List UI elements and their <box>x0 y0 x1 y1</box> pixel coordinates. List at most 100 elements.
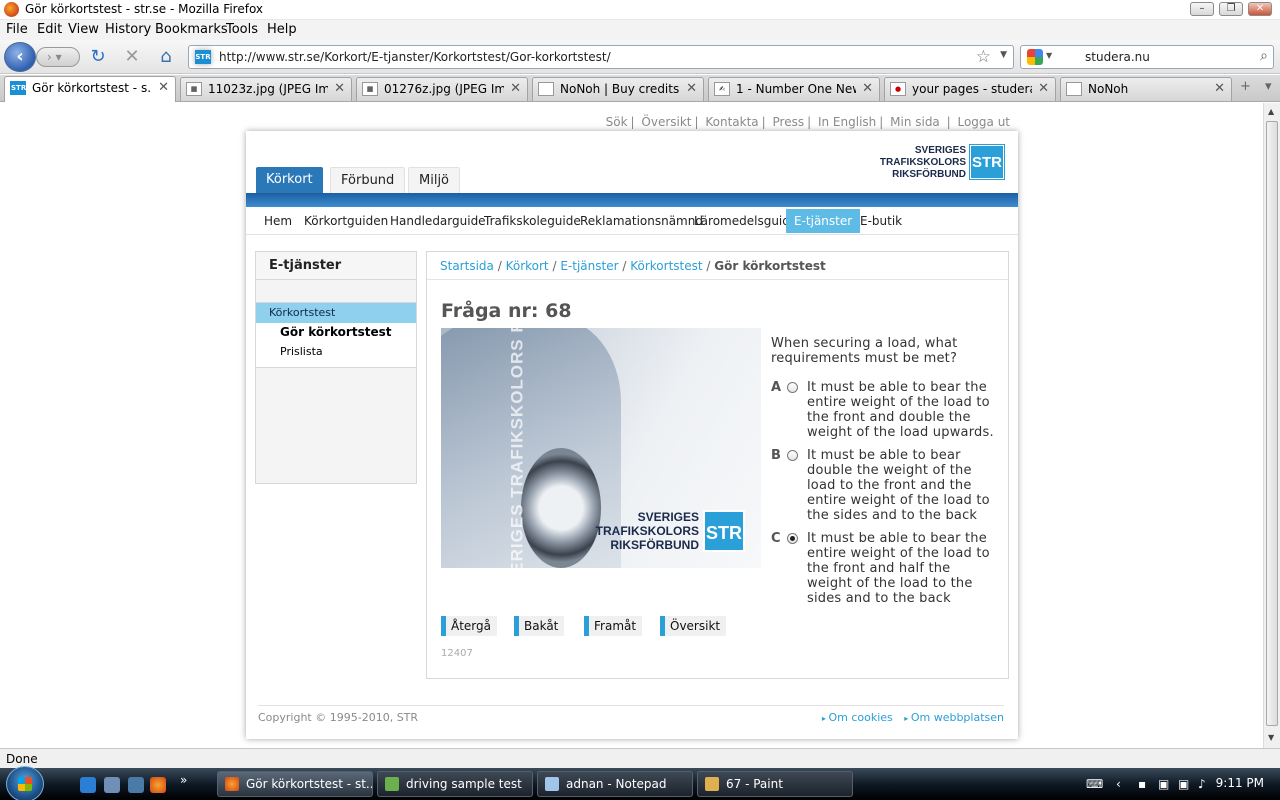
search-icon[interactable]: ⌕ <box>1260 48 1268 64</box>
tab-close-icon[interactable]: ✕ <box>1038 81 1049 96</box>
volume-icon[interactable]: ♪ <box>1198 777 1206 791</box>
firefox-icon <box>4 2 19 17</box>
forward-button[interactable]: › ▾ <box>36 47 80 67</box>
sidebar: E-tjänster Körkortstest Gör körkortstest… <box>255 251 417 484</box>
tab-close-icon[interactable]: ✕ <box>158 80 169 95</box>
tab-label: your pages - studera.... <box>912 82 1032 96</box>
clock[interactable]: 9:11 PM <box>1216 776 1264 790</box>
start-button[interactable] <box>6 766 44 800</box>
crumb-korkort[interactable]: Körkort <box>506 259 549 273</box>
menu-view[interactable]: View <box>68 22 99 37</box>
option-c[interactable]: C It must be able to bear the entire wei… <box>771 531 1001 607</box>
network-icon[interactable]: ▣ <box>1158 777 1169 791</box>
tab-korkort[interactable]: Körkort <box>256 167 323 193</box>
tab-nonoh[interactable]: NoNoh ✕ <box>1060 77 1232 101</box>
oversikt-button[interactable]: Översikt <box>660 616 727 636</box>
link-press[interactable]: Press <box>773 115 805 129</box>
minimize-button[interactable]: – <box>1190 2 1214 16</box>
option-c-radio[interactable] <box>787 533 798 544</box>
tray-expand-icon[interactable]: ‹ <box>1116 777 1121 791</box>
tab-nonoh-credits[interactable]: NoNoh | Buy credits ... ✕ <box>532 77 704 101</box>
back-button[interactable]: ‹ <box>4 42 36 72</box>
reload-icon[interactable]: ↻ <box>88 47 108 67</box>
tab-close-icon[interactable]: ✕ <box>1214 81 1225 96</box>
option-b[interactable]: B It must be able to bear double the wei… <box>771 448 1001 524</box>
option-a-radio[interactable] <box>787 382 798 393</box>
str-logo[interactable]: SVERIGES TRAFIKSKOLORS RIKSFÖRBUND STR <box>879 144 1005 181</box>
keyboard-icon[interactable]: ⌨ <box>1086 777 1103 791</box>
vertical-scrollbar[interactable]: ▲ ▼ <box>1263 103 1280 748</box>
home-icon[interactable]: ⌂ <box>156 47 176 67</box>
menu-edit[interactable]: Edit <box>37 22 62 37</box>
link-om-webbplatsen[interactable]: Om webbplatsen <box>904 711 1004 724</box>
scroll-thumb[interactable] <box>1266 121 1278 726</box>
tab-close-icon[interactable]: ✕ <box>862 81 873 96</box>
bakat-button[interactable]: Bakåt <box>514 616 565 636</box>
search-bar[interactable]: ▼ studera.nu ⌕ <box>1020 45 1274 69</box>
tab-your-pages[interactable]: ● your pages - studera.... ✕ <box>884 77 1056 101</box>
link-logga-ut[interactable]: Logga ut <box>957 115 1010 129</box>
subnav-e-butik[interactable]: E-butik <box>852 209 910 233</box>
quicklaunch-expand-icon[interactable]: » <box>180 773 187 787</box>
show-desktop-icon[interactable] <box>104 777 120 793</box>
sidebar-item-korkortstest[interactable]: Körkortstest <box>256 303 416 323</box>
tab-str-test[interactable]: STR Gör körkortstest - s... ✕ <box>4 76 176 102</box>
link-kontakta[interactable]: Kontakta <box>705 115 758 129</box>
sidebar-item-gor-korkortstest[interactable]: Gör körkortstest <box>280 325 391 339</box>
link-om-cookies[interactable]: Om cookies <box>822 711 893 724</box>
url-text[interactable]: http://www.str.se/Korkort/E-tjanster/Kor… <box>219 50 611 64</box>
framat-button[interactable]: Framåt <box>584 616 643 636</box>
option-b-radio[interactable] <box>787 450 798 461</box>
menu-help[interactable]: Help <box>267 22 297 37</box>
crumb-korkortstest[interactable]: Körkortstest <box>630 259 702 273</box>
engine-dropdown-icon[interactable]: ▼ <box>1046 51 1052 60</box>
scroll-up-icon[interactable]: ▲ <box>1268 107 1274 116</box>
tab-forbund[interactable]: Förbund <box>330 167 406 193</box>
tab-image-1[interactable]: ▦ 11023z.jpg (JPEG Ima... ✕ <box>180 77 352 101</box>
tab-close-icon[interactable]: ✕ <box>510 81 521 96</box>
stop-icon[interactable]: ✕ <box>122 47 142 67</box>
address-bar[interactable]: STR http://www.str.se/Korkort/E-tjanster… <box>188 45 1014 69</box>
task-driving-sample-test[interactable]: driving sample test <box>377 771 533 797</box>
menu-history[interactable]: History <box>105 22 151 37</box>
search-input[interactable]: studera.nu <box>1085 50 1150 64</box>
tray-icon[interactable]: ▪ <box>1138 777 1146 791</box>
task-notepad[interactable]: adnan - Notepad <box>537 771 693 797</box>
menu-file[interactable]: File <box>6 22 28 37</box>
tab-close-icon[interactable]: ✕ <box>334 81 345 96</box>
crumb-startsida[interactable]: Startsida <box>440 259 494 273</box>
maximize-button[interactable]: ❐ <box>1219 2 1243 16</box>
tab-miljo[interactable]: Miljö <box>408 167 461 193</box>
firefox-quicklaunch-icon[interactable] <box>150 777 166 793</box>
close-button[interactable]: ✕ <box>1248 2 1272 16</box>
sidebar-heading: E-tjänster <box>256 252 416 280</box>
sidebar-item-prislista[interactable]: Prislista <box>280 345 323 358</box>
link-min-sida[interactable]: Min sida <box>890 115 940 129</box>
link-in-english[interactable]: In English <box>818 115 876 129</box>
url-dropdown-icon[interactable]: ▼ <box>1000 50 1007 60</box>
scroll-down-icon[interactable]: ▼ <box>1268 733 1274 742</box>
subnav-hem[interactable]: Hem <box>256 209 300 233</box>
search-engine-icon[interactable] <box>1027 49 1043 65</box>
subnav-e-tjanster[interactable]: E-tjänster <box>786 209 861 233</box>
new-tab-icon[interactable]: + <box>1240 79 1251 94</box>
menu-bookmarks[interactable]: Bookmarks <box>155 22 228 37</box>
link-sok[interactable]: Sök <box>606 115 628 129</box>
ie-icon[interactable] <box>80 777 96 793</box>
tab-number-one[interactable]: ✍ 1 - Number One New... ✕ <box>708 77 880 101</box>
option-a[interactable]: A It must be able to bear the entire wei… <box>771 380 1001 442</box>
task-paint[interactable]: 67 - Paint <box>697 771 853 797</box>
task-firefox[interactable]: Gör körkortstest - st... <box>217 771 373 797</box>
menu-tools[interactable]: Tools <box>226 22 258 37</box>
tab-close-icon[interactable]: ✕ <box>686 81 697 96</box>
link-oversikt[interactable]: Översikt <box>641 115 691 129</box>
tab-label: NoNoh <box>1088 82 1129 96</box>
bookmark-star-icon[interactable]: ☆ <box>976 47 991 67</box>
tab-image-2[interactable]: ▦ 01276z.jpg (JPEG Ima... ✕ <box>356 77 528 101</box>
image-logo: SVERIGES TRAFIKSKOLORS RIKSFÖRBUND STR <box>595 510 745 554</box>
switch-windows-icon[interactable] <box>128 777 144 793</box>
atergaa-button[interactable]: Återgå <box>441 616 497 636</box>
tab-list-icon[interactable]: ▾ <box>1265 79 1272 94</box>
network-icon-2[interactable]: ▣ <box>1178 777 1189 791</box>
crumb-e-tjanster[interactable]: E-tjänster <box>560 259 618 273</box>
